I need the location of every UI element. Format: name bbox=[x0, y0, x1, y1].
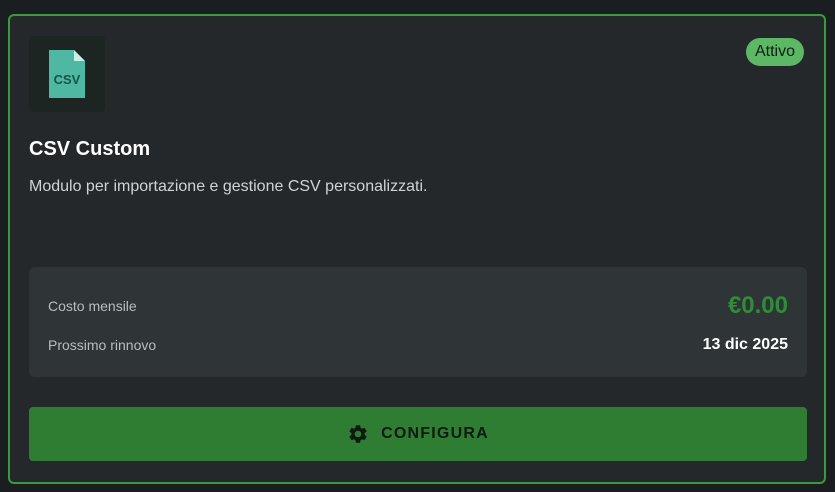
configure-button[interactable]: CONFIGURA bbox=[29, 407, 807, 461]
module-icon-tile: CSV bbox=[29, 36, 105, 112]
module-description: Modulo per importazione e gestione CSV p… bbox=[29, 178, 428, 195]
status-badge: Attivo bbox=[745, 38, 804, 66]
monthly-cost-row: Costo mensile €0.00 bbox=[48, 291, 788, 321]
configure-button-label: CONFIGURA bbox=[381, 425, 489, 442]
csv-file-icon: CSV bbox=[49, 50, 85, 98]
renewal-date: 13 dic 2025 bbox=[702, 336, 788, 353]
module-title: CSV Custom bbox=[29, 138, 151, 160]
gear-icon bbox=[349, 425, 367, 443]
module-card: CSV Attivo CSV Custom Modulo per importa… bbox=[8, 14, 826, 484]
monthly-cost-label: Costo mensile bbox=[48, 298, 137, 314]
renewal-row: Prossimo rinnovo 13 dic 2025 bbox=[48, 333, 788, 357]
renewal-label: Prossimo rinnovo bbox=[48, 337, 157, 353]
billing-info-box: Costo mensile €0.00 Prossimo rinnovo 13 … bbox=[29, 267, 807, 377]
csv-icon-label: CSV bbox=[54, 72, 81, 87]
monthly-cost-value: €0.00 bbox=[727, 292, 788, 319]
